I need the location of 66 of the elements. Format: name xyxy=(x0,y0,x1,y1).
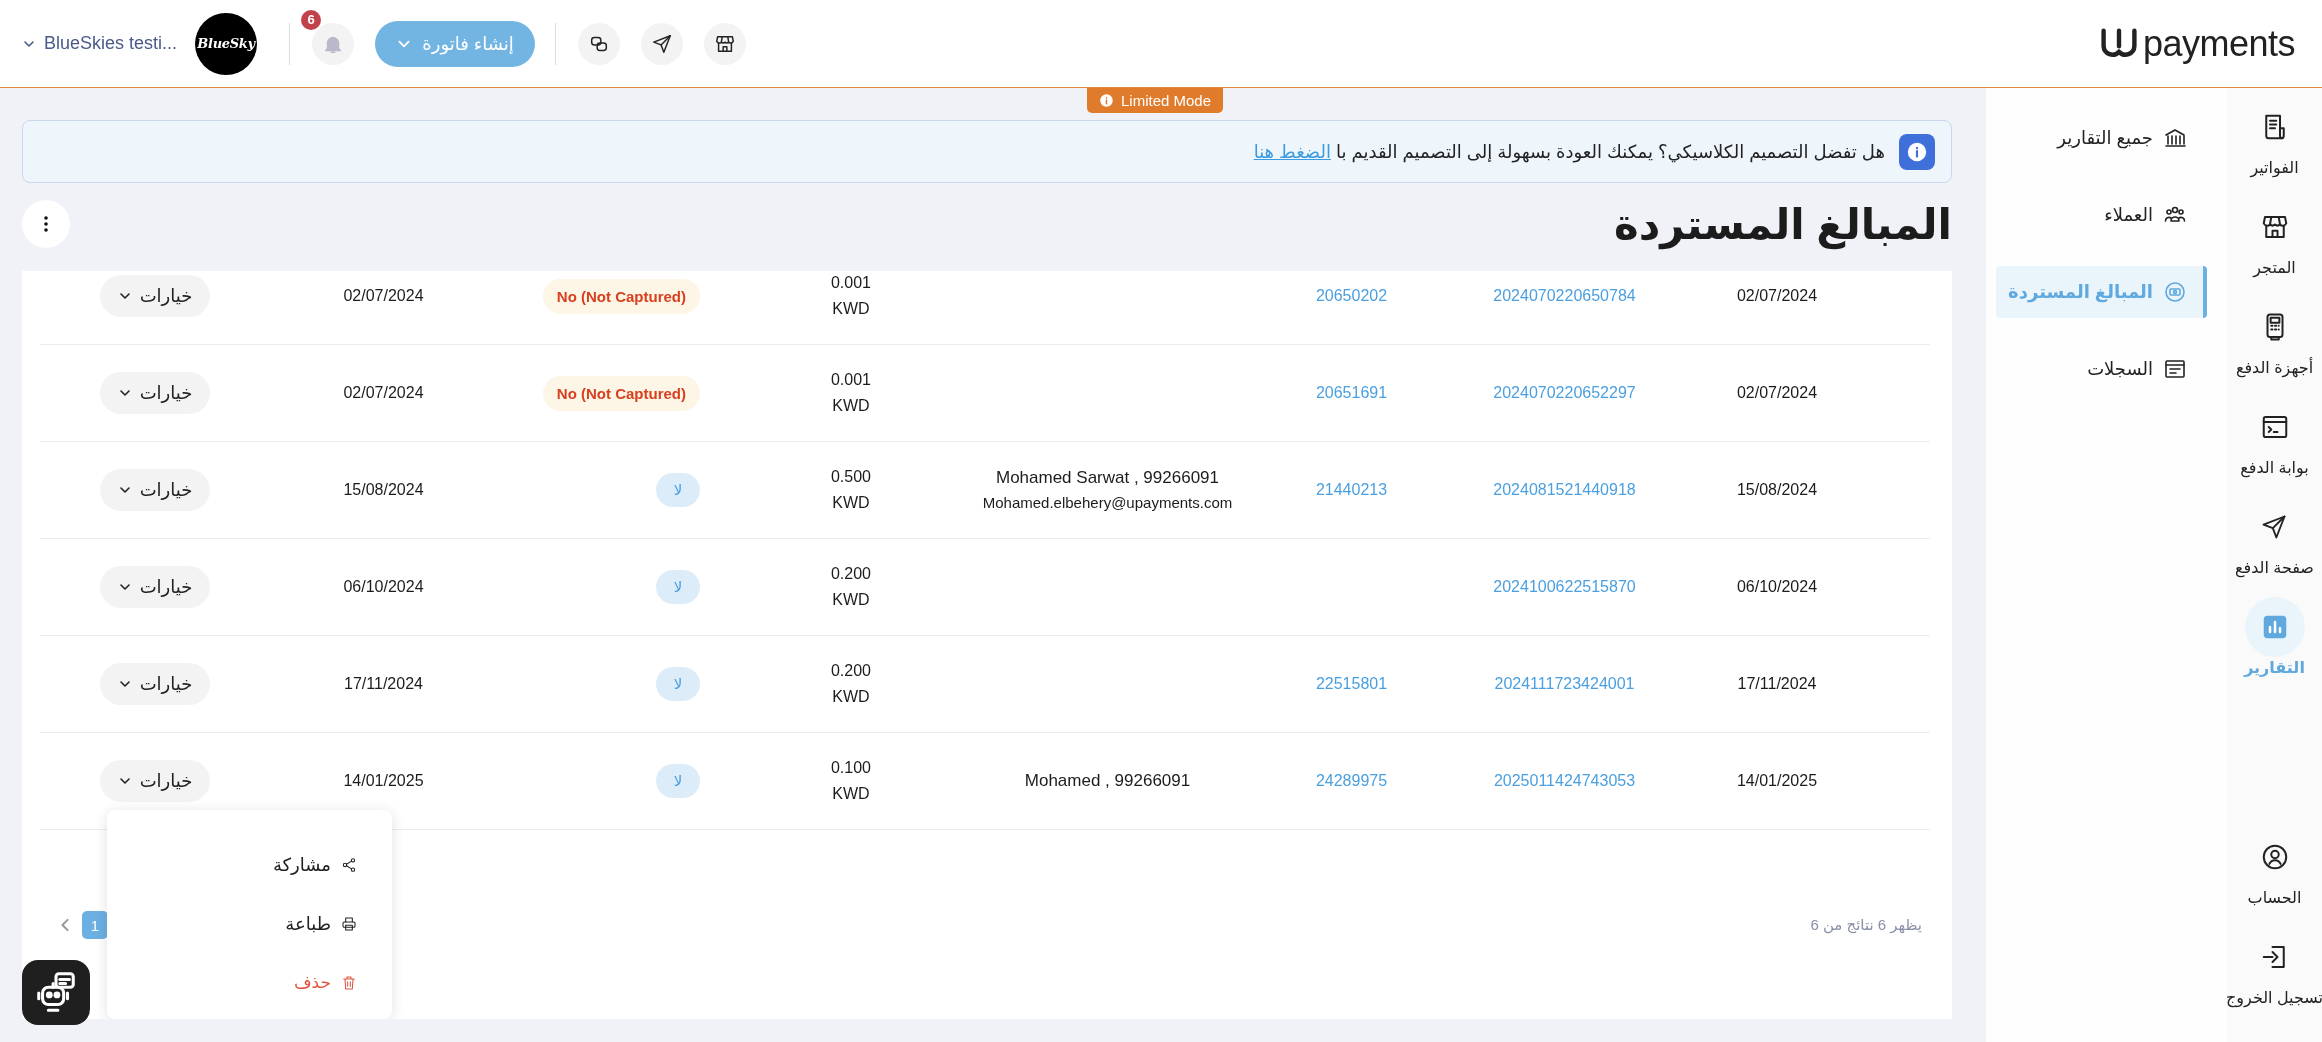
menu-item[interactable]: طباعة xyxy=(107,894,392,953)
refund-date: 15/08/2024 xyxy=(343,481,424,499)
logo-text: payments xyxy=(2142,22,2295,65)
transaction-date: 15/08/2024 xyxy=(1736,481,1818,499)
status-badge: لا xyxy=(656,570,700,604)
amount-text: 0.100 KWD xyxy=(830,758,871,804)
banner-message: هل تفضل التصميم الكلاسيكي؟ يمكنك العودة بسهولة إلى التصميم القديم با الضغط هنا xyxy=(1253,140,1885,163)
notifications-button[interactable] xyxy=(312,22,355,65)
transaction-date: 02/07/2024 xyxy=(1736,384,1818,402)
refund-date: 02/07/2024 xyxy=(343,287,424,305)
account-name[interactable]: BlueSkies testi... xyxy=(44,33,178,54)
printer-icon xyxy=(341,915,357,932)
rail-item[interactable]: الفواتير xyxy=(2247,100,2302,200)
options-button[interactable]: خيارات xyxy=(100,760,210,802)
amount-text: 0.200 KWD xyxy=(830,661,871,707)
refund-date: 14/01/2025 xyxy=(343,772,424,790)
subnav-item[interactable]: العملاء xyxy=(1996,189,2207,241)
options-button[interactable]: خيارات xyxy=(100,469,210,511)
status-badge: لا xyxy=(656,473,700,507)
list-icon xyxy=(2163,357,2187,381)
share-icon xyxy=(341,856,357,873)
chatbot-button[interactable] xyxy=(22,960,90,1025)
trash-icon xyxy=(341,974,357,991)
page-title: المبالغ المستردة xyxy=(1613,199,1952,249)
subnav-item[interactable]: السجلات xyxy=(1996,343,2207,395)
menu-item[interactable]: مشاركة xyxy=(107,835,392,894)
rail-item[interactable]: المتجر xyxy=(2247,200,2302,300)
amount-text: 0.200 KWD xyxy=(830,564,871,610)
status-badge: لا xyxy=(656,667,700,701)
refund-date: 06/10/2024 xyxy=(343,578,424,596)
rail-item[interactable]: بوابة الدفع xyxy=(2240,400,2309,500)
transaction-date: 02/07/2024 xyxy=(1736,287,1818,305)
amount-text: 0.001 KWD xyxy=(830,370,871,416)
account-avatar: BlueSky xyxy=(195,12,258,75)
results-summary: يظهر 6 نتائج من 6 xyxy=(1810,916,1922,934)
refund-date: 17/11/2024 xyxy=(344,675,423,693)
money-icon xyxy=(2163,280,2187,304)
menu-item[interactable]: حذف xyxy=(107,953,392,1012)
amount-text: 0.001 KWD xyxy=(830,273,871,319)
rail-item[interactable]: الحساب xyxy=(2247,830,2302,930)
subnav-item[interactable]: جميع التقارير xyxy=(1996,112,2207,164)
more-icon xyxy=(44,216,48,232)
amount-text: 0.500 KWD xyxy=(830,467,871,513)
limited-mode-badge: Limited Mode xyxy=(1087,88,1224,113)
status-badge: لا xyxy=(656,764,700,798)
rail-item[interactable]: أجهزة الدفع xyxy=(2235,300,2314,400)
notification-count: 6 xyxy=(301,9,322,30)
customer-email: Mohamed.elbehery@upayments.com xyxy=(982,493,1233,513)
options-button[interactable]: خيارات xyxy=(100,275,210,317)
options-button[interactable]: خيارات xyxy=(100,663,210,705)
status-badge: No (Not Captured) xyxy=(542,278,700,314)
rail-item[interactable]: صفحة الدفع xyxy=(2235,500,2314,600)
transaction-date: 06/10/2024 xyxy=(1736,578,1818,596)
customer-name: Mohamed Sarwat , 99266091 xyxy=(994,467,1220,489)
options-button[interactable]: خيارات xyxy=(100,372,210,414)
customer-name: Mohamed , 99266091 xyxy=(1024,770,1191,792)
send-icon xyxy=(651,32,674,55)
info-glyph-icon xyxy=(1906,140,1928,163)
transaction-date: 14/01/2025 xyxy=(1736,772,1818,790)
refund-date: 02/07/2024 xyxy=(343,384,424,402)
bank-icon xyxy=(2163,126,2187,150)
status-badge: No (Not Captured) xyxy=(542,375,700,411)
info-icon xyxy=(1099,93,1114,108)
rail-item[interactable]: تسجيل الخروج xyxy=(2226,930,2322,1030)
options-button[interactable]: خيارات xyxy=(100,566,210,608)
transaction-date: 17/11/2024 xyxy=(1737,675,1817,693)
